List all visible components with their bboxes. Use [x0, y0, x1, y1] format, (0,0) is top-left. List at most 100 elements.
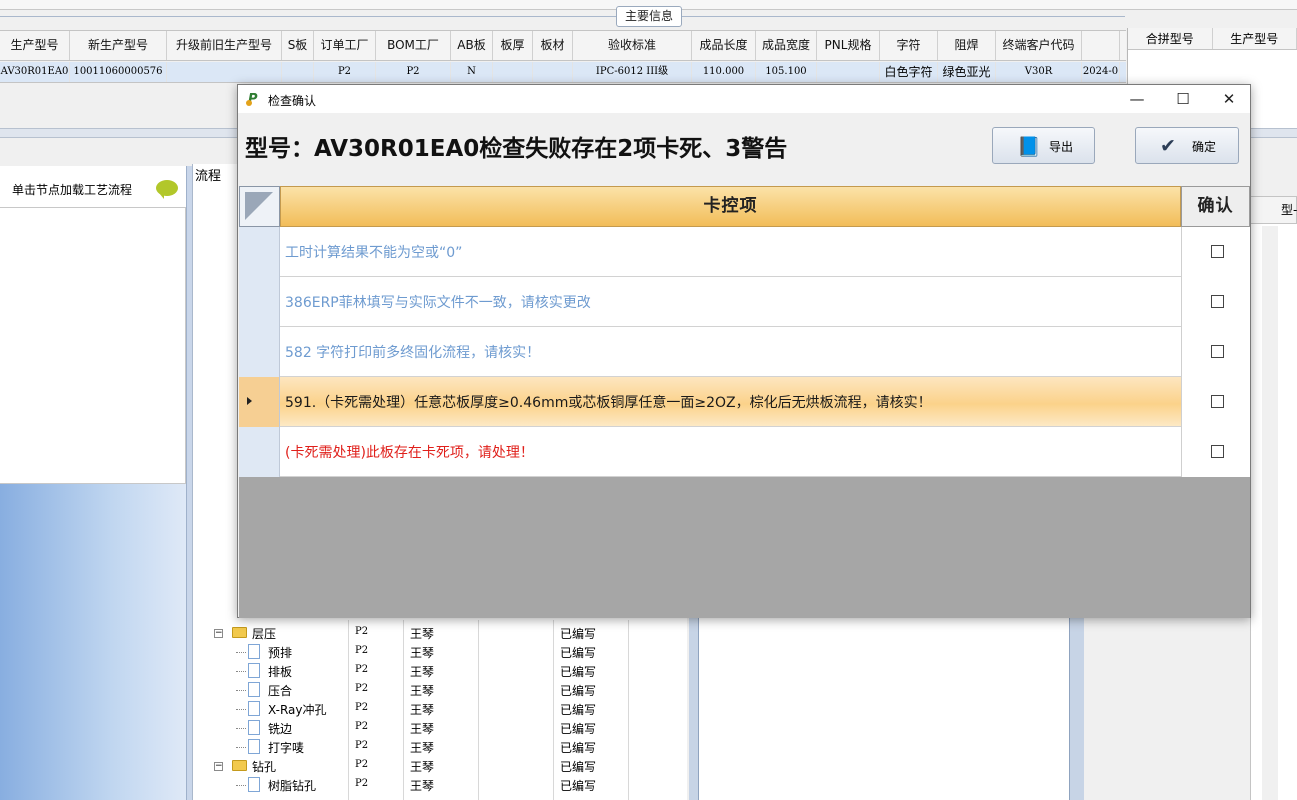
row-header[interactable] — [239, 227, 280, 277]
confirm-cell[interactable] — [1181, 427, 1250, 477]
col-header[interactable]: S板 — [282, 31, 314, 60]
col-header[interactable]: 型- — [1250, 196, 1297, 224]
grid-row[interactable]: 582 字符打印前多终固化流程，请核实！ — [239, 327, 1250, 377]
confirm-cell[interactable] — [1181, 327, 1250, 377]
cell[interactable] — [167, 62, 282, 82]
node-status: 已编写 — [560, 703, 597, 717]
cell[interactable]: 绿色亚光 — [938, 62, 996, 82]
tree-node[interactable]: 树脂钻孔 P2 王琴 已编写 — [212, 776, 672, 795]
col-header[interactable]: 生产型号 — [1213, 28, 1297, 49]
node-person: 王琴 — [410, 646, 435, 660]
main-info-group-title[interactable]: 主要信息 — [616, 6, 682, 27]
grid-row[interactable]: 工时计算结果不能为空或“0” — [239, 227, 1250, 277]
tree-node[interactable]: 打字唛 P2 王琴 已编写 — [212, 738, 672, 757]
left-panel: 单击节点加载工艺流程 — [0, 166, 186, 800]
cell[interactable] — [282, 62, 314, 82]
col-header[interactable]: 成品宽度 — [756, 31, 817, 60]
comment-icon[interactable] — [156, 180, 178, 199]
col-header[interactable]: 阻焊 — [938, 31, 996, 60]
confirm-checkbox[interactable] — [1211, 345, 1224, 358]
vertical-scrollbar[interactable] — [1262, 226, 1278, 800]
row-header[interactable] — [239, 377, 280, 427]
confirm-checkbox[interactable] — [1211, 445, 1224, 458]
col-header[interactable]: PNL规格 — [817, 31, 880, 60]
grid-row-selected[interactable]: 591.（卡死需处理）任意芯板厚度≥0.46mm或芯板铜厚任意一面≥2OZ，棕化… — [239, 377, 1250, 427]
col-header[interactable]: AB板 — [451, 31, 493, 60]
cell[interactable]: P2 — [376, 62, 451, 82]
confirm-button[interactable]: ✔ 确定 — [1135, 127, 1239, 164]
confirm-checkbox[interactable] — [1211, 395, 1224, 408]
export-button[interactable]: 📘 导出 — [992, 127, 1095, 164]
node-factory: P2 — [355, 702, 369, 713]
tree-node[interactable]: X-Ray冲孔 P2 王琴 已编写 — [212, 700, 672, 719]
col-header[interactable]: 成品长度 — [692, 31, 756, 60]
collapse-icon[interactable]: − — [214, 629, 223, 638]
col-header[interactable]: 新生产型号 — [70, 31, 167, 60]
cell[interactable]: IPC-6012 III级 — [573, 62, 692, 82]
col-header[interactable]: 字符 — [880, 31, 938, 60]
main-grid-row[interactable]: AV30R01EA0 10011060000576 P2 P2 N IPC-60… — [0, 62, 1126, 83]
confirm-cell[interactable] — [1181, 277, 1250, 327]
col-header[interactable]: BOM工厂 — [376, 31, 451, 60]
dialog-titlebar[interactable]: P 检查确认 — ☐ ✕ — [238, 85, 1250, 113]
confirm-checkbox[interactable] — [1211, 295, 1224, 308]
col-header-check-item[interactable]: 卡控项 — [280, 186, 1181, 227]
tree-node[interactable]: − 钻孔 P2 王琴 已编写 — [212, 757, 672, 776]
node-name: 树脂钻孔 — [268, 779, 317, 793]
close-button[interactable]: ✕ — [1206, 85, 1252, 113]
check-item-text: 386ERP菲林填写与实际文件不一致，请核实更改 — [285, 295, 591, 311]
node-person: 王琴 — [410, 703, 435, 717]
col-header[interactable] — [1082, 31, 1120, 60]
tree-node[interactable]: 压合 P2 王琴 已编写 — [212, 681, 672, 700]
confirm-cell[interactable] — [1181, 227, 1250, 277]
tree-node[interactable]: 预排 P2 王琴 已编写 — [212, 643, 672, 662]
row-header[interactable] — [239, 277, 280, 327]
tree-node[interactable]: 铣边 P2 王琴 已编写 — [212, 719, 672, 738]
tree-node[interactable]: 排板 P2 王琴 已编写 — [212, 662, 672, 681]
node-factory: P2 — [355, 683, 369, 694]
cell[interactable]: 白色字符 — [880, 62, 938, 82]
left-panel-title: 单击节点加载工艺流程 — [12, 183, 133, 197]
detail-panel — [698, 618, 1070, 800]
col-header[interactable]: 验收标准 — [573, 31, 692, 60]
col-header[interactable]: 订单工厂 — [314, 31, 376, 60]
cell[interactable]: 105.100 — [756, 62, 817, 82]
cell[interactable]: AV30R01EA0 — [0, 62, 70, 82]
cell[interactable]: 110.000 — [692, 62, 756, 82]
col-header[interactable]: 升级前旧生产型号 — [167, 31, 282, 60]
node-name: 钻孔 — [252, 760, 277, 774]
confirm-checkbox[interactable] — [1211, 245, 1224, 258]
cell[interactable] — [533, 62, 573, 82]
check-confirm-dialog: P 检查确认 — ☐ ✕ 型号：AV30R01EA0检查失败存在2项卡死、3警告… — [237, 84, 1251, 618]
grid-row[interactable]: (卡死需处理)此板存在卡死项，请处理！ — [239, 427, 1250, 477]
tree-node[interactable]: − 层压 P2 王琴 已编写 — [212, 624, 672, 643]
confirm-cell[interactable] — [1181, 377, 1250, 427]
col-header[interactable]: 板材 — [533, 31, 573, 60]
col-header[interactable]: 生产型号 — [0, 31, 70, 60]
tree-connector — [236, 747, 246, 748]
col-header-confirm[interactable]: 确认 — [1181, 186, 1250, 227]
cell[interactable]: 10011060000576 — [70, 62, 167, 82]
cell[interactable]: V30R — [996, 62, 1082, 82]
cell[interactable] — [817, 62, 880, 82]
cell[interactable]: P2 — [314, 62, 376, 82]
maximize-button[interactable]: ☐ — [1160, 85, 1206, 113]
left-panel-header: 单击节点加载工艺流程 — [0, 166, 186, 208]
document-icon — [248, 777, 260, 792]
row-header[interactable] — [239, 327, 280, 377]
select-all-corner[interactable] — [239, 186, 280, 227]
col-header[interactable]: 终端客户代码 — [996, 31, 1082, 60]
col-header[interactable]: 板厚 — [493, 31, 533, 60]
cell[interactable] — [493, 62, 533, 82]
node-name: 层压 — [252, 627, 277, 641]
node-status: 已编写 — [560, 741, 597, 755]
minimize-button[interactable]: — — [1114, 85, 1160, 113]
row-header[interactable] — [239, 427, 280, 477]
node-name: 压合 — [268, 684, 293, 698]
cell[interactable]: 2024-0 — [1082, 62, 1120, 82]
cell[interactable]: N — [451, 62, 493, 82]
grid-row[interactable]: 386ERP菲林填写与实际文件不一致，请核实更改 — [239, 277, 1250, 327]
tree-connector — [236, 728, 246, 729]
col-header[interactable]: 合拼型号 — [1128, 28, 1213, 49]
collapse-icon[interactable]: − — [214, 762, 223, 771]
